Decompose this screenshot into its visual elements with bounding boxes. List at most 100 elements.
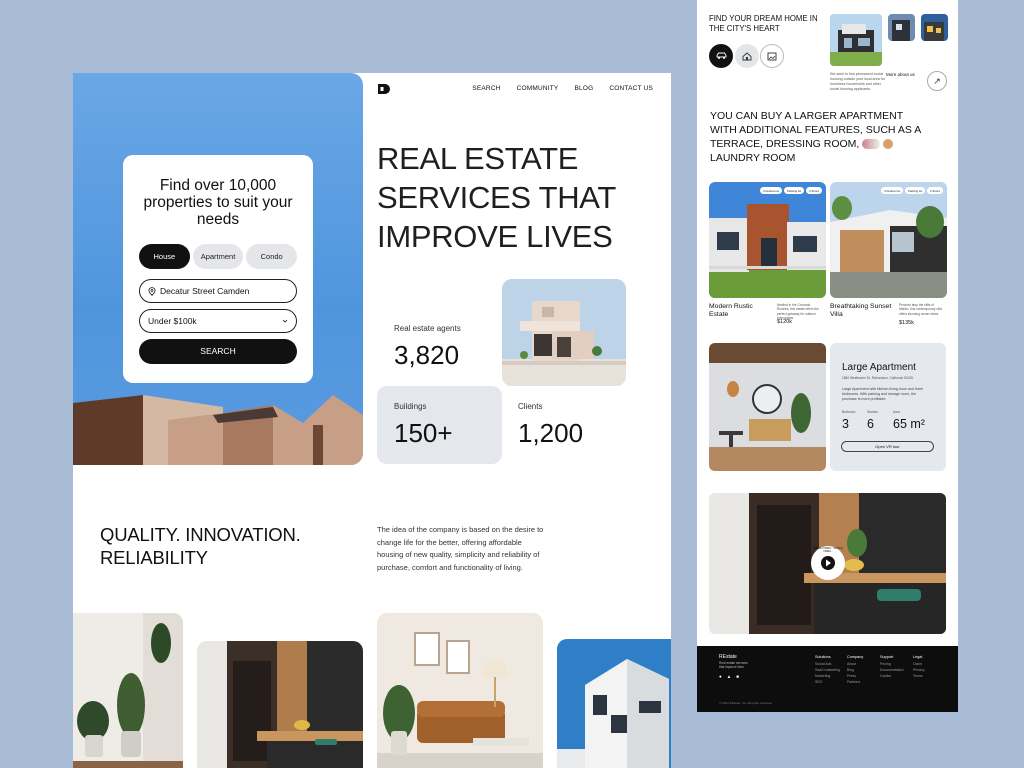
footer-col-title: Support	[880, 655, 894, 659]
instagram-icon[interactable]: ■	[736, 674, 739, 679]
search-button[interactable]: SEARCH	[139, 339, 297, 364]
house-thumb-2[interactable]	[888, 14, 915, 41]
brand-logo-icon[interactable]	[378, 84, 392, 94]
bedroom-label: Bedroom	[842, 410, 856, 414]
type-tab-condo[interactable]: Condo	[246, 244, 298, 269]
twitter-icon[interactable]: ▲	[727, 674, 731, 679]
social-links: ● ▲ ■	[719, 674, 739, 679]
footer-tagline: Real estate services that improve lives	[719, 661, 748, 669]
tag-bedrooms: 3 bedrooms	[760, 187, 782, 194]
listing-2-price: $135k	[899, 320, 914, 326]
arrow-button[interactable]: ↗	[927, 71, 947, 91]
price-value: Under $100k	[148, 316, 197, 326]
house-filter-button[interactable]	[735, 44, 759, 68]
footer-copyright: © 2024 REstate, Inc. All rights reserved…	[719, 701, 773, 705]
listing-1-name[interactable]: Modern Rustic Estate	[709, 303, 769, 319]
tag-bedrooms: 3 bedrooms	[881, 187, 903, 194]
more-about-link[interactable]: More about us	[886, 72, 915, 77]
side-headline: YOU CAN BUY A LARGER APARTMENT WITH ADDI…	[710, 109, 930, 165]
agents-label: Real estate agents	[394, 324, 461, 333]
listing-2-illustration	[830, 182, 947, 298]
car-filter-button[interactable]	[709, 44, 733, 68]
listing-2-desc: Perched atop the cliffs of Malibu, this …	[899, 303, 942, 316]
plants-photo	[73, 613, 183, 768]
footer-link[interactable]: Terms	[913, 673, 924, 679]
location-input[interactable]: Decatur Street Camden	[139, 279, 297, 303]
facebook-icon[interactable]: ●	[719, 674, 722, 679]
listing-2-tags: 3 bedrooms Parking lot 2 floors	[881, 187, 943, 194]
nav-community[interactable]: COMMUNITY	[517, 85, 559, 92]
nav-contact[interactable]: CONTACT US	[609, 85, 653, 92]
video-player[interactable]: WATCH VIDEO · WATCH VIDEO ·	[709, 493, 946, 634]
vr-tour-button[interactable]: Open VR tour	[841, 441, 934, 452]
type-tab-house[interactable]: House	[139, 244, 190, 269]
listing-1-illustration	[709, 182, 826, 298]
listing-card-1[interactable]: 3 bedrooms Parking lot 2 floors	[709, 182, 826, 298]
hero-image: Find over 10,000 properties to suit your…	[73, 73, 363, 465]
footer-link[interactable]: Guides	[880, 673, 904, 679]
top-navigation: SEARCH COMMUNITY BLOG CONTACT US	[472, 85, 653, 92]
tag-floors: 2 floors	[927, 187, 943, 194]
location-value: Decatur Street Camden	[160, 286, 250, 296]
bedroom-value: 3	[842, 417, 849, 431]
footer-col-solutions: Solutions Social Ads SaaS marketing Mark…	[815, 654, 840, 685]
white-house-photo	[557, 639, 671, 768]
building-illustration	[73, 395, 363, 465]
house-thumbnail	[502, 279, 626, 386]
house-thumb-illustration	[830, 14, 882, 66]
featured-house-thumb[interactable]	[830, 14, 882, 66]
house-thumb-3[interactable]	[921, 14, 948, 41]
footer-col-title: Legal	[913, 655, 923, 659]
main-landing-page: Find over 10,000 properties to suit your…	[73, 73, 671, 768]
house-thumb-3-illustration	[921, 14, 948, 41]
section-label: Section	[867, 410, 878, 414]
arrow-up-right-icon: ↗	[933, 76, 941, 86]
clients-label: Clients	[518, 402, 543, 411]
footer-link[interactable]: Partners	[847, 679, 863, 685]
price-select[interactable]: Under $100k	[139, 309, 297, 333]
footer-col-legal: Legal Claim Privacy Terms	[913, 654, 924, 679]
room-pill-image	[862, 139, 881, 150]
side-headline-end: LAUNDRY ROOM	[710, 152, 796, 164]
section-value: 6	[867, 417, 874, 431]
apartment-card: Large Apartment 1850 Westhaven Dr, Richa…	[830, 343, 946, 471]
chevron-down-icon	[282, 319, 288, 323]
quality-title: QUALITY. INNOVATION. RELIABILITY	[100, 524, 301, 568]
about-text: The idea of the company is based on the …	[377, 525, 544, 572]
side-blurb: We seek to find permanent social housing…	[830, 72, 885, 91]
tag-parking: Parking lot	[904, 187, 926, 194]
property-detail-page: FIND YOUR DREAM HOME IN THE CITY'S HEART…	[697, 0, 958, 712]
side-title: FIND YOUR DREAM HOME IN THE CITY'S HEART	[709, 14, 818, 33]
location-pin-icon	[148, 286, 156, 296]
listing-1-price: $120k	[777, 319, 792, 325]
agents-value: 3,820	[394, 340, 460, 370]
buildings-value: 150+	[394, 418, 453, 448]
house-thumb-2-illustration	[888, 14, 915, 41]
footer-link[interactable]: SEO	[815, 679, 840, 685]
apartment-interior-photo	[709, 343, 826, 471]
listing-2-name[interactable]: Breathtaking Sunset Villa	[830, 303, 894, 319]
search-title: Find over 10,000 properties to suit your…	[143, 177, 293, 228]
nav-blog[interactable]: BLOG	[574, 85, 593, 92]
area-label: Area	[893, 410, 900, 414]
footer-col-support: Support Pricing Documentation Guides	[880, 654, 904, 679]
apartment-address: 1850 Westhaven Dr, Richardson, Californi…	[842, 376, 913, 380]
nav-search[interactable]: SEARCH	[472, 85, 500, 92]
footer-col-title: Company	[847, 655, 864, 659]
footer: REstate Real estate services that improv…	[697, 646, 958, 712]
kitchen-photo	[197, 641, 363, 768]
apartment-desc: Large Apartment with kitchen-living room…	[842, 387, 924, 401]
footer-brand: REstate	[719, 654, 737, 660]
listing-card-2[interactable]: 3 bedrooms Parking lot 2 floors	[830, 182, 947, 298]
listing-1-tags: 3 bedrooms Parking lot 2 floors	[760, 187, 822, 194]
interior-illustration	[709, 343, 826, 471]
type-tab-apartment[interactable]: Apartment	[192, 244, 244, 269]
white-house-illustration	[557, 639, 671, 768]
property-type-tabs: House Apartment Condo	[139, 244, 298, 269]
area-value: 65 m²	[893, 417, 925, 431]
plants-illustration	[73, 613, 183, 768]
living-room-photo	[377, 613, 543, 768]
avatar	[883, 139, 894, 150]
footer-col-company: Company About Blog Press Partners	[847, 654, 863, 685]
gallery-filter-button[interactable]	[760, 44, 784, 68]
